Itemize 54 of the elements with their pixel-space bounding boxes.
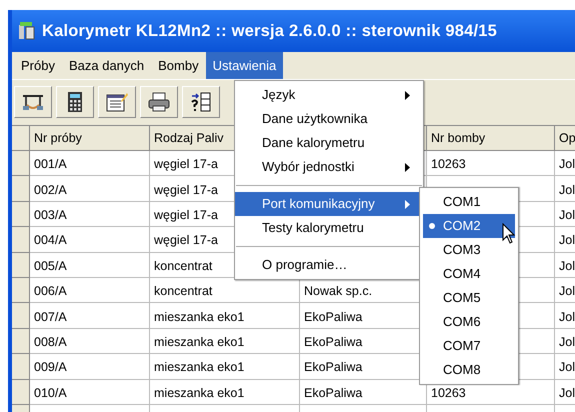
row-header[interactable] — [12, 176, 30, 202]
table-cell: 002/A — [30, 176, 150, 202]
column-header[interactable]: Nr bomby — [427, 126, 555, 151]
table-cell: mieszanka eko1 — [150, 380, 300, 405]
menu-item[interactable]: Baza danych — [62, 52, 152, 79]
table-cell: Jol — [555, 328, 575, 354]
toolbar-button[interactable] — [140, 86, 178, 118]
row-header[interactable] — [12, 252, 30, 278]
toolbar-button[interactable] — [14, 86, 52, 118]
row-header[interactable] — [12, 151, 30, 176]
window-title: Kalorymetr KL12Mn2 :: wersja 2.6.0.0 :: sterownik 984/15 — [42, 20, 498, 42]
row-header[interactable] — [12, 303, 30, 329]
table-cell: 008/A — [30, 328, 150, 354]
table-cell: mieszanka eko1 — [150, 328, 300, 354]
help-list-icon — [189, 90, 213, 112]
table-cell: 010/A — [30, 380, 150, 405]
row-header[interactable] — [12, 328, 30, 354]
table-cell: Jol — [555, 252, 575, 278]
toolbar-button[interactable] — [182, 86, 220, 118]
edit-table-icon — [105, 90, 129, 112]
table-cell: 003/A — [30, 202, 150, 228]
submenu-arrow-icon — [405, 162, 411, 172]
table-cell: 10263 — [427, 151, 555, 176]
printer-icon — [147, 90, 171, 112]
mouse-cursor-icon — [502, 223, 516, 245]
menu-item[interactable]: Bomby — [151, 52, 206, 79]
table-cell: 009/A — [30, 354, 150, 380]
table-cell: 007/A — [30, 303, 150, 329]
menu-item[interactable]: COM2 — [423, 214, 515, 238]
submenu-arrow-icon — [405, 90, 411, 100]
menu-item[interactable]: Ustawienia — [206, 52, 284, 79]
row-header[interactable] — [12, 278, 30, 304]
toolbar-button[interactable] — [98, 86, 136, 118]
row-header[interactable] — [12, 354, 30, 380]
menu-item[interactable]: Próby — [14, 52, 62, 79]
row-header[interactable] — [12, 227, 30, 253]
submenu-arrow-icon — [405, 200, 411, 208]
table-cell: 005/A — [30, 252, 150, 278]
table-cell: mieszanka eko1 — [150, 303, 300, 329]
menu-item[interactable]: COM1 — [423, 190, 515, 214]
column-header[interactable]: Nr próby — [30, 126, 150, 151]
table-cell: Jol — [555, 380, 575, 405]
menu-item[interactable]: COM3 — [423, 238, 515, 262]
row-header[interactable] — [12, 380, 30, 405]
row-header[interactable] — [12, 202, 30, 228]
table-cell: 004/A — [30, 227, 150, 253]
table-cell: mieszanka eko1 — [150, 354, 300, 380]
table-cell: 001/A — [30, 151, 150, 176]
table-cell: 006/A — [30, 278, 150, 304]
table-cell: EkoPaliwa — [300, 380, 427, 405]
menu-item[interactable]: Język — [235, 83, 423, 107]
toolbar-button[interactable] — [56, 86, 94, 118]
app-icon — [18, 21, 36, 41]
table-cell: koncentrat — [150, 278, 300, 304]
